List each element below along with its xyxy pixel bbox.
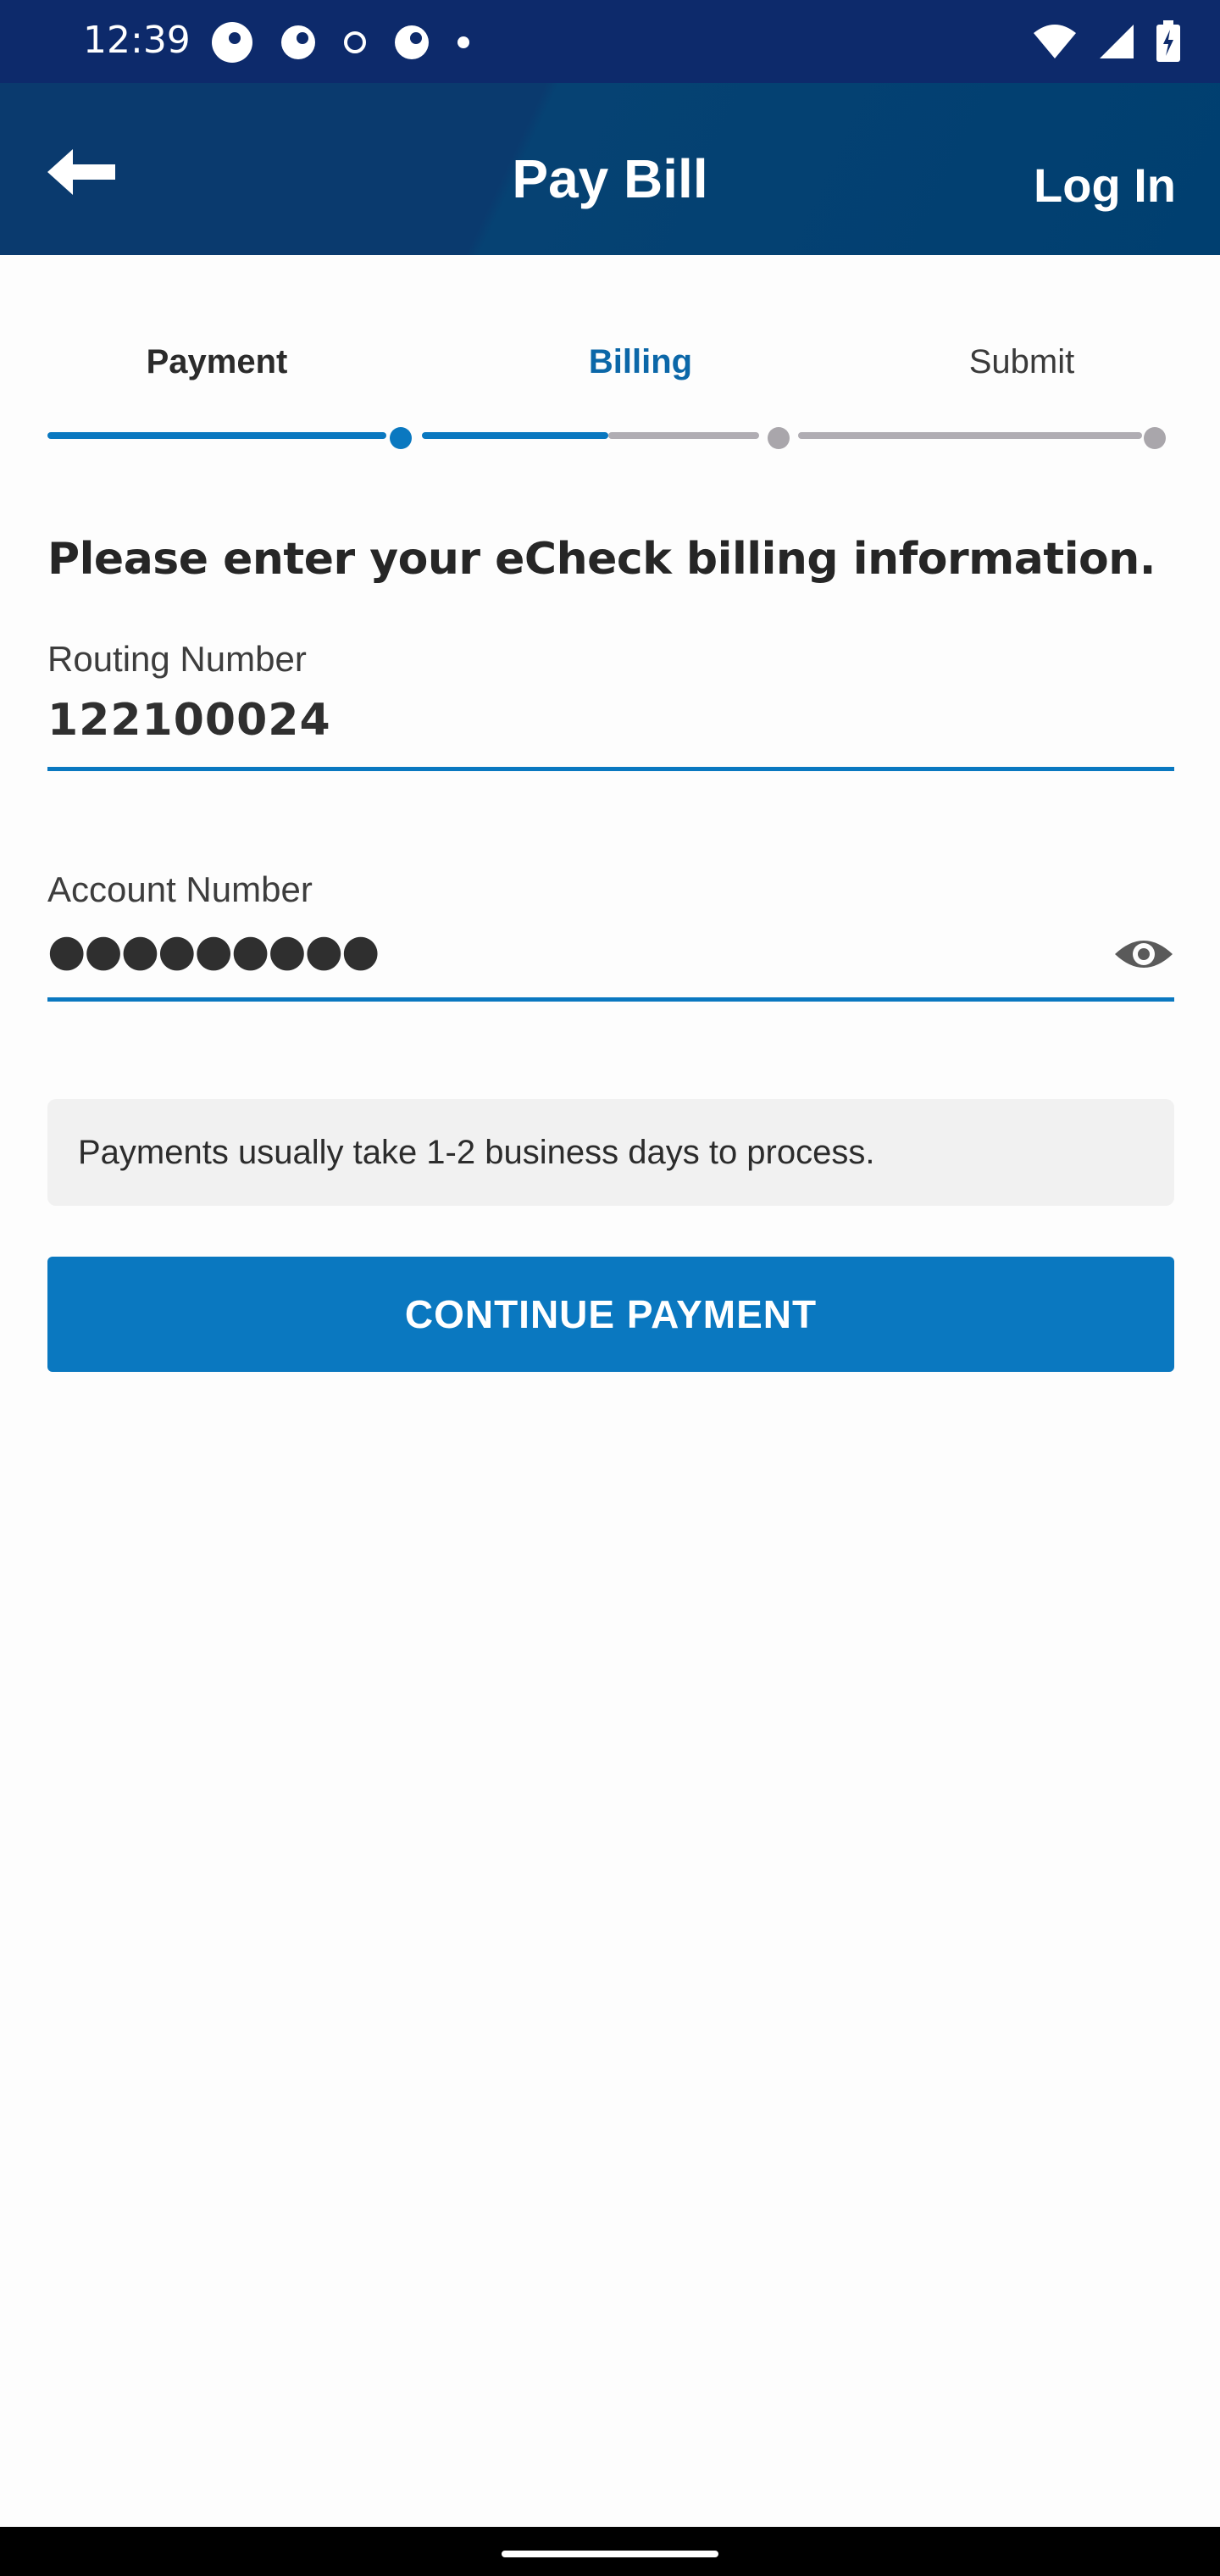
- log-in-button[interactable]: Log In: [1034, 158, 1176, 213]
- progress-track-pending: [798, 432, 1142, 439]
- step-submit-label: Submit: [968, 343, 1075, 380]
- dot-icon: [458, 36, 469, 48]
- routing-number-underline: [47, 767, 1174, 771]
- continue-payment-button[interactable]: CONTINUE PAYMENT: [47, 1257, 1174, 1372]
- progress-track-active: [422, 432, 608, 439]
- status-bar: 12:39: [0, 0, 1220, 83]
- form-heading: Please enter your eCheck billing informa…: [47, 534, 1156, 585]
- step-indicator: Payment Billing Submit: [47, 343, 1174, 386]
- small-dot-icon: [344, 31, 366, 53]
- app-notification-icon: [212, 22, 252, 63]
- system-icons: [1032, 20, 1181, 63]
- routing-number-label: Routing Number: [47, 639, 307, 679]
- step-node-end: [1144, 427, 1166, 449]
- step-payment-label: Payment: [146, 343, 288, 380]
- notification-icons: [212, 22, 469, 63]
- routing-number-field[interactable]: Routing Number 122100024: [47, 639, 1174, 771]
- wifi-icon: [1034, 25, 1076, 58]
- account-number-field[interactable]: Account Number ●●●●●●●●●: [47, 869, 1174, 1002]
- app-notification-icon: [395, 25, 429, 59]
- routing-number-input[interactable]: 122100024: [47, 695, 1174, 771]
- processing-info-box: Payments usually take 1-2 business days …: [47, 1099, 1174, 1206]
- account-number-input[interactable]: ●●●●●●●●●: [47, 925, 1174, 1002]
- signal-icon: [1100, 25, 1134, 58]
- step-node-submit: [768, 427, 790, 449]
- battery-charging-icon: [1156, 20, 1180, 62]
- processing-info-text: Payments usually take 1-2 business days …: [78, 1133, 875, 1171]
- app-notification-icon: [281, 25, 315, 59]
- step-progress-bar: [47, 427, 1174, 449]
- system-navigation-bar: [0, 2527, 1220, 2576]
- app-bar: Pay Bill Log In: [0, 83, 1220, 255]
- routing-number-value: 122100024: [47, 695, 331, 746]
- account-number-underline: [47, 997, 1174, 1002]
- home-gesture-handle[interactable]: [502, 2551, 718, 2557]
- step-node-billing: [390, 427, 412, 449]
- progress-track-pending: [608, 432, 759, 439]
- status-time: 12:39: [83, 19, 191, 62]
- account-number-label: Account Number: [47, 869, 313, 909]
- progress-track-completed: [47, 432, 386, 439]
- toggle-visibility-button[interactable]: [1113, 932, 1174, 976]
- account-number-value: ●●●●●●●●●: [47, 925, 380, 976]
- eye-icon: [1115, 941, 1173, 968]
